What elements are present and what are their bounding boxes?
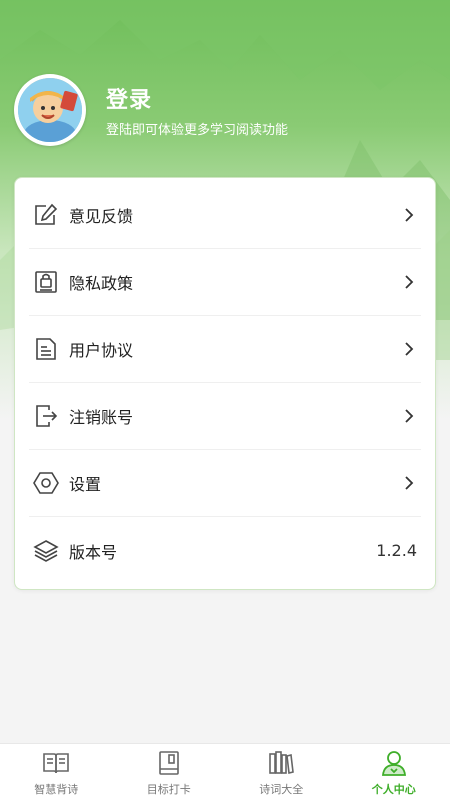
person-icon bbox=[381, 751, 406, 776]
menu-item-feedback[interactable]: 意见反馈 bbox=[29, 182, 421, 249]
chevron-right-icon bbox=[405, 208, 414, 222]
menu-item-privacy[interactable]: 隐私政策 bbox=[29, 249, 421, 316]
bookshelf-icon bbox=[269, 751, 295, 774]
avatar[interactable] bbox=[14, 74, 86, 146]
menu-item-user-agreement[interactable]: 用户协议 bbox=[29, 316, 421, 383]
tab-label: 个人中心 bbox=[371, 783, 416, 796]
chevron-right-icon bbox=[405, 409, 414, 423]
menu-item-label: 隐私政策 bbox=[69, 274, 134, 293]
chevron-right-icon bbox=[405, 476, 414, 490]
menu-item-settings[interactable]: 设置 bbox=[29, 450, 421, 517]
chevron-right-icon bbox=[405, 275, 414, 289]
tab-label: 诗词大全 bbox=[259, 783, 304, 796]
tab-label: 目标打卡 bbox=[146, 783, 191, 796]
login-title[interactable]: 登录 bbox=[106, 82, 152, 114]
settings-card: 意见反馈 隐私政策 用户协议 注销账号 设置 版本号 1.2.4 bbox=[14, 177, 436, 590]
tab-profile[interactable]: 个人中心 bbox=[338, 744, 450, 800]
login-subtitle: 登陆即可体验更多学习阅读功能 bbox=[106, 123, 289, 138]
menu-item-version: 版本号 1.2.4 bbox=[29, 517, 421, 584]
menu-item-label: 版本号 bbox=[69, 542, 118, 562]
logout-icon bbox=[33, 403, 59, 429]
notebook-icon bbox=[158, 751, 179, 775]
version-value: 1.2.4 bbox=[376, 541, 417, 560]
menu-item-label: 设置 bbox=[69, 475, 102, 494]
menu-item-label: 意见反馈 bbox=[69, 207, 134, 226]
bottom-tab-bar: 智慧背诗 目标打卡 诗词大全 个人中心 bbox=[0, 743, 450, 800]
privacy-lock-icon bbox=[33, 269, 59, 295]
feedback-edit-icon bbox=[33, 202, 59, 228]
cartoon-avatar-icon bbox=[18, 78, 82, 142]
menu-item-delete-account[interactable]: 注销账号 bbox=[29, 383, 421, 450]
tab-poetry-recite[interactable]: 智慧背诗 bbox=[0, 744, 113, 800]
tab-checkin[interactable]: 目标打卡 bbox=[113, 744, 226, 800]
chevron-right-icon bbox=[405, 342, 414, 356]
tab-label: 智慧背诗 bbox=[34, 783, 79, 796]
open-book-icon bbox=[43, 753, 70, 774]
layers-icon bbox=[33, 538, 59, 564]
menu-item-label: 用户协议 bbox=[69, 341, 134, 360]
tab-poetry-library[interactable]: 诗词大全 bbox=[225, 744, 338, 800]
document-icon bbox=[33, 336, 59, 362]
menu-item-label: 注销账号 bbox=[69, 408, 134, 427]
hexagon-settings-icon bbox=[33, 470, 59, 496]
